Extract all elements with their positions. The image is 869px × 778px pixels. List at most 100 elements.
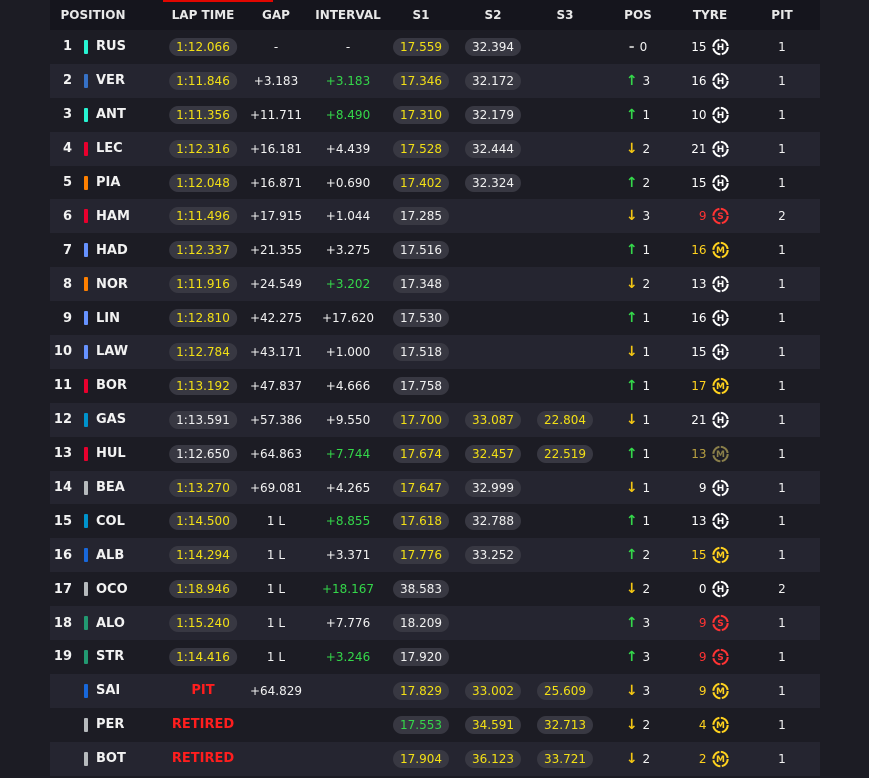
header-s1[interactable]: S1 xyxy=(413,0,430,30)
driver-row[interactable]: BOT RETIRED 17.904 36.123 33.721 ↓ 2 2 M 1 xyxy=(50,741,820,776)
header-s3[interactable]: S3 xyxy=(557,0,574,30)
driver-row[interactable]: 7 HAD 1:12.337 +21.355 +3.275 17.516 ↑ 1 16 M 1 xyxy=(50,233,820,267)
header-tyre[interactable]: TYRE xyxy=(693,0,727,30)
tyre-info: 15 H xyxy=(691,174,730,192)
driver-code[interactable]: LAW xyxy=(96,335,128,369)
sector-2-time: 36.123 xyxy=(465,749,521,768)
driver-row[interactable]: 19 STR 1:14.416 1 L +3.246 17.920 ↑ 3 9 S 1 xyxy=(50,640,820,674)
team-color-bar xyxy=(84,277,88,292)
driver-code[interactable]: RUS xyxy=(96,30,126,64)
driver-code[interactable]: STR xyxy=(96,640,124,674)
driver-code[interactable]: ALO xyxy=(96,606,125,640)
driver-code[interactable]: ALB xyxy=(96,538,124,572)
interval-value: +8.855 xyxy=(325,514,371,529)
driver-row[interactable]: 10 LAW 1:12.784 +43.171 +1.000 17.518 ↓ 1 15 H 1 xyxy=(50,335,820,369)
position-change-value: 3 xyxy=(642,209,651,224)
driver-row[interactable]: 12 GAS 1:13.591 +57.386 +9.550 17.700 33.087 22… xyxy=(50,402,820,437)
driver-code[interactable]: VER xyxy=(96,64,125,98)
header-position[interactable]: POSITION xyxy=(61,0,126,30)
tyre-laps: 15 xyxy=(691,39,707,54)
tyre-info: 16 M xyxy=(691,241,730,259)
dash-icon: - xyxy=(628,38,635,55)
driver-row[interactable]: 8 NOR 1:11.916 +24.549 +3.202 17.348 ↓ 2 13 H 1 xyxy=(50,267,820,302)
arrow-down-icon: ↓ xyxy=(625,411,638,428)
header-pit[interactable]: PIT xyxy=(771,0,792,30)
sector-2-time: 32.394 xyxy=(465,37,521,56)
position-number: 10 xyxy=(53,344,72,360)
gap-value: 1 L xyxy=(266,582,286,597)
tyre-info: 17 M xyxy=(691,377,730,395)
position-change-value: 1 xyxy=(642,311,651,326)
team-color-bar xyxy=(84,582,88,597)
gap-value: +69.081 xyxy=(249,480,303,495)
driver-row[interactable]: 2 VER 1:11.846 +3.183 +3.183 17.346 32.172 ↑ 3 16… xyxy=(50,63,820,98)
driver-code[interactable]: NOR xyxy=(96,267,128,301)
position-change-value: 2 xyxy=(642,277,651,292)
position-number: 6 xyxy=(62,208,72,224)
driver-row[interactable]: 18 ALO 1:15.240 1 L +7.776 18.209 ↑ 3 9 S 1 xyxy=(50,606,820,641)
driver-code[interactable]: BEA xyxy=(96,471,125,505)
driver-row[interactable]: 17 OCO 1:18.946 1 L +18.167 38.583 ↓ 2 0 H 2 xyxy=(50,572,820,606)
header-gap[interactable]: GAP xyxy=(262,0,290,30)
tyre-info: 13 M xyxy=(691,445,730,463)
tyre-h-icon: H xyxy=(712,513,729,530)
driver-row[interactable]: 6 HAM 1:11.496 +17.915 +1.044 17.285 ↓ 3 9 S 2 xyxy=(50,199,820,234)
arrow-down-icon: ↓ xyxy=(625,208,638,225)
tyre-s-icon: S xyxy=(712,208,729,225)
pit-stops: 1 xyxy=(778,73,786,88)
sector-1-time: 18.209 xyxy=(393,614,449,633)
tyre-compound-icon: M xyxy=(712,546,730,564)
driver-row[interactable]: 9 LIN 1:12.810 +42.275 +17.620 17.530 ↑ 1 16 H 1 xyxy=(50,301,820,335)
driver-row[interactable]: 13 HUL 1:12.650 +64.863 +7.744 17.674 32.457 22… xyxy=(50,437,820,471)
tyre-laps: 16 xyxy=(691,243,707,258)
driver-row[interactable]: 15 COL 1:14.500 1 L +8.855 17.618 32.788 ↑ 1 13 H 1 xyxy=(50,504,820,538)
driver-row[interactable]: SAI PIT +64.829 17.829 33.002 25.609 ↓ 3 9 M 1 xyxy=(50,673,820,708)
driver-row[interactable]: 11 BOR 1:13.192 +47.837 +4.666 17.758 ↑ 1 17 M 1 xyxy=(50,369,820,403)
driver-code[interactable]: LEC xyxy=(96,132,123,166)
driver-row[interactable]: PER RETIRED 17.553 34.591 32.713 ↓ 2 4 M 1 xyxy=(50,708,820,742)
driver-code[interactable]: LIN xyxy=(96,301,120,335)
driver-code[interactable]: ANT xyxy=(96,98,126,132)
driver-code[interactable]: HAD xyxy=(96,233,128,267)
driver-code[interactable]: PIA xyxy=(96,166,120,200)
arrow-down-icon: ↓ xyxy=(625,343,638,360)
tyre-compound-icon: H xyxy=(712,512,730,530)
team-color-bar xyxy=(84,548,88,563)
tyre-compound-icon: M xyxy=(712,682,730,700)
driver-code[interactable]: OCO xyxy=(96,572,128,606)
position-change: -0 xyxy=(629,39,647,55)
driver-code[interactable]: COL xyxy=(96,504,125,538)
driver-code[interactable]: BOT xyxy=(96,742,126,776)
driver-code[interactable]: PER xyxy=(96,708,124,742)
tyre-laps: 13 xyxy=(691,514,707,529)
header-pos[interactable]: POS xyxy=(624,0,652,30)
header-interval[interactable]: INTERVAL xyxy=(315,0,381,30)
sector-2-time: 32.999 xyxy=(465,478,521,497)
lap-time: 1:11.356 xyxy=(169,105,237,124)
tyre-info: 21 H xyxy=(691,411,730,429)
header-s2[interactable]: S2 xyxy=(485,0,502,30)
driver-code[interactable]: GAS xyxy=(96,403,126,437)
header-lap-time[interactable]: LAP TIME xyxy=(172,0,235,30)
tyre-m-icon: M xyxy=(712,750,729,767)
pit-stops: 1 xyxy=(778,344,786,359)
driver-row[interactable]: 5 PIA 1:12.048 +16.871 +0.690 17.402 32.324 ↑ 2 1… xyxy=(50,166,820,200)
sector-1-time: 17.618 xyxy=(393,512,449,531)
driver-row[interactable]: 16 ALB 1:14.294 1 L +3.371 17.776 33.252 ↑ 2 15 M 1 xyxy=(50,538,820,573)
driver-row[interactable]: 14 BEA 1:13.270 +69.081 +4.265 17.647 32.999 ↓ 1… xyxy=(50,470,820,505)
driver-code[interactable]: SAI xyxy=(96,674,120,708)
arrow-up-icon: ↑ xyxy=(625,72,638,89)
driver-row[interactable]: 1 RUS 1:12.066- -17.559 32.394-0 15 H 1 xyxy=(50,30,820,64)
gap-value: +57.386 xyxy=(249,412,303,427)
arrow-down-icon: ↓ xyxy=(625,479,638,496)
position-change-value: 1 xyxy=(642,412,651,427)
driver-code[interactable]: HUL xyxy=(96,437,126,471)
driver-row[interactable]: 3 ANT 1:11.356 +11.711 +8.490 17.310 32.179 ↑ 1 1… xyxy=(50,98,820,132)
driver-code[interactable]: BOR xyxy=(96,369,127,403)
driver-code[interactable]: HAM xyxy=(96,199,130,233)
tyre-s-icon: S xyxy=(712,648,729,666)
position-change-value: 1 xyxy=(642,378,651,393)
driver-row[interactable]: 4 LEC 1:12.316 +16.181 +4.439 17.528 32.444 ↓ 2 2… xyxy=(50,131,820,166)
interval-value: - xyxy=(345,39,351,54)
lap-time: 1:14.416 xyxy=(169,647,237,666)
